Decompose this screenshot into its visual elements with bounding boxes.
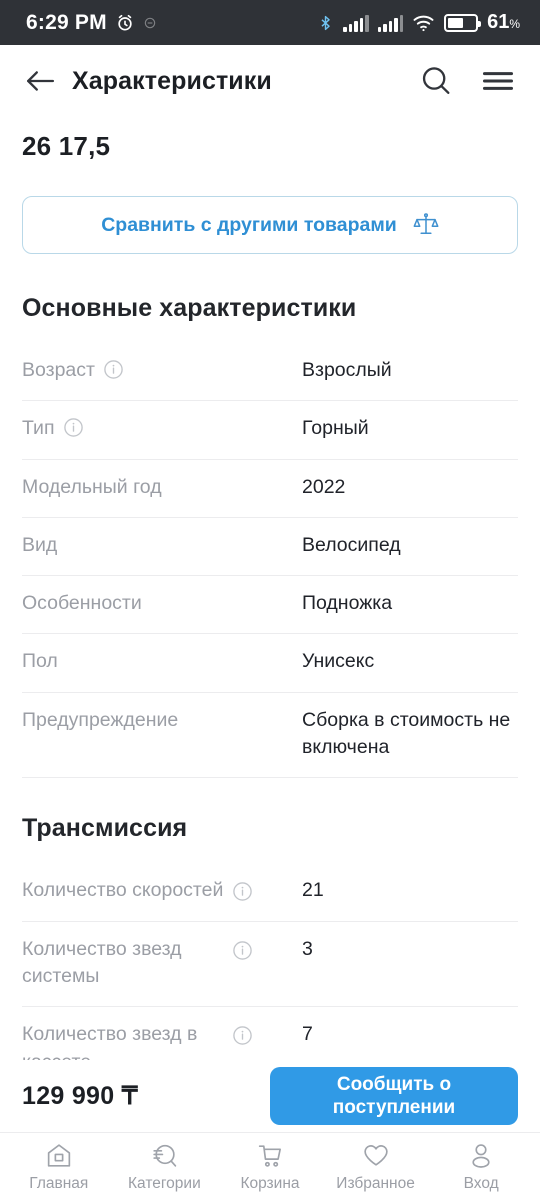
nav-item-favorites[interactable]: Избранное: [326, 1141, 426, 1193]
status-bar: 6:29 PM 61%: [0, 0, 540, 45]
battery-percent-value: 61: [487, 11, 510, 33]
spec-value: 3: [302, 937, 313, 960]
status-bar-left: 6:29 PM: [26, 11, 157, 35]
spec-key-label: Особенности: [22, 592, 142, 615]
info-icon[interactable]: [232, 881, 253, 902]
spec-info-column: [232, 1021, 284, 1046]
spec-key: Количество скоростей: [22, 877, 232, 904]
spec-key-label: Количество звезд системы: [22, 937, 182, 987]
battery-percent: 61%: [487, 11, 520, 34]
spec-content: 26 17,5 Сравнить с другими товарами Осно…: [0, 131, 540, 1093]
nav-item-cart[interactable]: Корзина: [220, 1141, 320, 1193]
table-row: Вид Велосипед: [22, 518, 518, 577]
muted-indicator-icon: [143, 16, 157, 30]
battery-percent-unit: %: [509, 17, 520, 31]
table-row: Особенности Подножка: [22, 576, 518, 635]
spec-value: Велосипед: [302, 533, 401, 556]
spec-value: Унисекс: [302, 650, 375, 673]
spec-key-label: Пол: [22, 650, 58, 673]
spec-key: Особенности: [22, 590, 284, 617]
alarm-clock-icon: [115, 13, 135, 33]
spec-value: 21: [302, 879, 324, 902]
spec-key: Возраст: [22, 357, 284, 384]
spec-value: Подножка: [302, 592, 393, 615]
table-row: Модельный год 2022: [22, 460, 518, 518]
cellular-signal-icon-2: [377, 14, 404, 32]
hamburger-menu-icon: [482, 68, 514, 94]
section-transmission: Трансмиссия Количество скоростей 21 Коли…: [22, 814, 518, 1093]
cellular-signal-icon: [343, 14, 369, 32]
header-actions: [416, 61, 518, 101]
spec-key-label: Количество скоростей: [22, 879, 224, 902]
section-main-specs: Основные характеристики Возраст Взрослый…: [22, 294, 518, 779]
app-header: Характеристики: [0, 45, 540, 117]
spec-key: Пол: [22, 648, 284, 675]
spec-key: Предупреждение: [22, 707, 284, 734]
spec-key-label: Вид: [22, 533, 58, 556]
nav-item-categories[interactable]: Категории: [114, 1141, 214, 1193]
compare-button-label: Сравнить с другими товарами: [101, 213, 397, 236]
wifi-icon: [412, 13, 435, 32]
specs-sections: Основные характеристики Возраст Взрослый…: [22, 294, 518, 1093]
spec-key: Тип: [22, 415, 284, 442]
section-title: Трансмиссия: [22, 814, 188, 843]
info-icon[interactable]: [232, 940, 253, 961]
product-price: 129 990 ₸: [22, 1082, 138, 1110]
nav-item-login[interactable]: Вход: [431, 1141, 531, 1193]
table-row: Предупреждение Сборка в стоимость не вкл…: [22, 693, 518, 779]
table-row: Пол Унисекс: [22, 634, 518, 693]
categories-search-icon: [149, 1141, 179, 1170]
search-button[interactable]: [416, 61, 456, 101]
nav-label: Вход: [463, 1174, 499, 1192]
product-title: 26 17,5: [22, 131, 111, 161]
nav-item-home[interactable]: Главная: [9, 1141, 109, 1193]
table-row: Количество скоростей 21: [22, 863, 518, 922]
nav-label: Избранное: [336, 1174, 415, 1192]
menu-button[interactable]: [478, 61, 518, 101]
page-title: Характеристики: [72, 66, 272, 95]
search-icon: [420, 65, 452, 97]
compare-products-button[interactable]: Сравнить с другими товарами: [22, 196, 518, 254]
scales-balance-icon: [413, 212, 439, 238]
table-row: Тип Горный: [22, 401, 518, 460]
spec-key-label: Модельный год: [22, 475, 162, 498]
spec-key-label: Возраст: [22, 359, 95, 381]
spec-value: Сборка в стоимость не включена: [302, 708, 511, 759]
nav-label: Корзина: [240, 1174, 300, 1192]
info-icon[interactable]: [63, 417, 84, 438]
info-icon[interactable]: [232, 1025, 253, 1046]
section-title: Основные характеристики: [22, 294, 357, 322]
spec-key: Вид: [22, 532, 284, 559]
nav-label: Главная: [29, 1174, 89, 1192]
spec-info-column: [232, 936, 284, 961]
heart-icon: [361, 1141, 391, 1170]
table-row: Возраст Взрослый: [22, 343, 518, 402]
bottom-navigation: Главная Категории Корзина Избранное Вход: [0, 1132, 540, 1200]
spec-value: Горный: [302, 417, 369, 440]
bluetooth-icon: [317, 13, 334, 33]
battery-icon: [444, 13, 482, 32]
spec-info-column: [232, 877, 284, 902]
cart-icon: [255, 1141, 285, 1170]
spec-key: Модельный год: [22, 474, 284, 501]
status-time: 6:29 PM: [26, 10, 107, 34]
spec-value: Взрослый: [302, 359, 392, 381]
user-icon: [466, 1141, 496, 1170]
table-row: Количество звезд системы 3: [22, 922, 518, 1008]
nav-label: Категории: [128, 1174, 201, 1192]
back-button[interactable]: [20, 61, 60, 101]
spec-key: Количество звезд системы: [22, 936, 232, 991]
app-screen: 6:29 PM 61% Характеристики 26 17,5 Сравн…: [0, 0, 540, 1200]
notify-availability-button[interactable]: Сообщить о поступлении: [270, 1067, 518, 1125]
home-icon: [44, 1141, 74, 1170]
status-bar-right: 61%: [317, 11, 520, 34]
price-bar: 129 990 ₸ Сообщить о поступлении: [0, 1060, 540, 1132]
back-arrow-icon: [25, 68, 55, 94]
spec-key-label: Предупреждение: [22, 708, 179, 731]
spec-value: 2022: [302, 475, 346, 498]
spec-key-label: Тип: [22, 417, 55, 440]
spec-value: 7: [302, 1023, 313, 1046]
info-icon[interactable]: [103, 359, 124, 380]
